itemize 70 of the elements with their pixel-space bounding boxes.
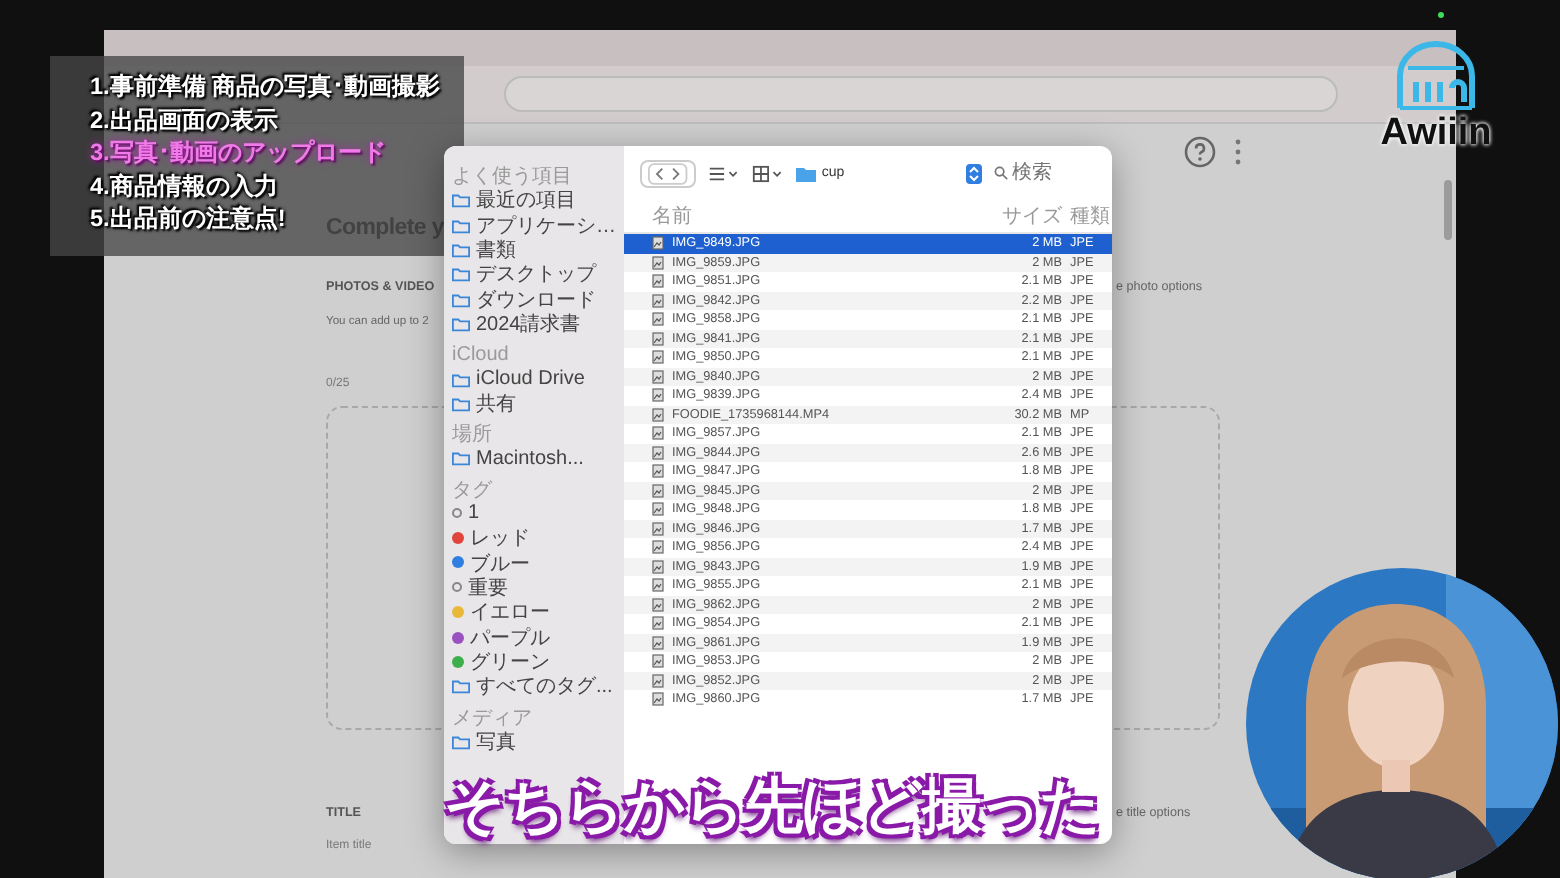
sidebar-item[interactable]: イエロー: [452, 600, 550, 625]
image-file-icon: [652, 483, 664, 498]
sidebar-item[interactable]: デスクトップ: [452, 262, 596, 288]
sidebar-item[interactable]: パープル: [452, 624, 550, 650]
sidebar-item[interactable]: 共有: [452, 391, 516, 417]
tag-dot-icon: [452, 508, 462, 519]
sidebar-item[interactable]: 写真: [452, 729, 516, 755]
image-file-icon: [652, 369, 664, 384]
image-file-icon: [652, 350, 664, 365]
image-file-icon: [652, 445, 664, 460]
topic-item: 1.事前準備 商品の写真･動画撮影: [90, 70, 441, 104]
folder-icon: [452, 450, 470, 467]
image-file-icon: [652, 654, 664, 669]
image-file-icon: [652, 255, 664, 270]
sidebar-item[interactable]: Macintosh...: [452, 446, 584, 472]
image-file-icon: [652, 673, 664, 688]
image-file-icon: [652, 407, 664, 422]
sidebar-heading: 場所: [452, 424, 492, 447]
sidebar-item[interactable]: 書類: [452, 237, 516, 263]
image-file-icon: [652, 635, 664, 650]
image-file-icon: [652, 274, 664, 289]
image-file-icon: [652, 293, 664, 308]
image-file-icon: [652, 597, 664, 612]
topic-item: 2.出品画面の表示: [90, 103, 278, 137]
sidebar-item[interactable]: 重要: [452, 575, 508, 601]
subtitle-caption: そちらから先ほど撮った: [444, 769, 1100, 848]
image-file-icon: [652, 426, 664, 441]
image-file-icon: [652, 692, 664, 707]
image-file-icon: [652, 540, 664, 555]
grid-view-icon[interactable]: [751, 163, 784, 183]
topic-item: 4.商品情報の入力: [90, 169, 278, 203]
folder-icon: [452, 678, 470, 695]
sidebar-item[interactable]: レッド: [452, 525, 530, 551]
camera-light-icon: [1438, 12, 1444, 18]
tag-dot-icon: [452, 582, 462, 593]
image-file-icon: [652, 559, 664, 574]
sidebar-item[interactable]: すべてのタグ...: [452, 674, 613, 700]
sidebar-heading: メディア: [452, 707, 532, 730]
sidebar-item[interactable]: 最近の項目: [452, 188, 576, 213]
image-file-icon: [652, 502, 664, 517]
sidebar-item[interactable]: アプリケーシ…: [452, 212, 616, 238]
topic-item: 3.写真･動画のアップロード: [90, 136, 386, 170]
list-view-icon[interactable]: [707, 163, 740, 183]
sidebar-item[interactable]: 2024請求書: [452, 311, 581, 337]
sidebar-item[interactable]: グリーン: [452, 649, 550, 675]
dome-icon: [1392, 40, 1480, 112]
topic-item: 5.出品前の注意点!: [90, 202, 286, 236]
image-file-icon: [652, 578, 664, 593]
sidebar-item[interactable]: ブルー: [452, 550, 530, 576]
sidebar-item[interactable]: ダウンロード: [452, 287, 596, 312]
sidebar-heading: iCloud: [452, 344, 509, 367]
search-field[interactable]: 検索: [1012, 162, 1112, 184]
image-file-icon: [652, 616, 664, 631]
image-file-icon: [652, 521, 664, 536]
sidebar-heading: タグ: [452, 479, 492, 502]
sidebar-heading: よく使う項目: [452, 166, 572, 188]
image-file-icon: [652, 331, 664, 346]
more-icon[interactable]: [1234, 138, 1242, 166]
folder-icon: [795, 165, 816, 181]
folder-icon: [452, 733, 470, 750]
sidebar-item[interactable]: iCloud Drive: [452, 366, 585, 392]
image-file-icon: [652, 388, 664, 403]
image-file-icon: [652, 312, 664, 327]
back-forward-button[interactable]: [640, 159, 696, 187]
stepper-icon: [966, 163, 982, 183]
help-icon[interactable]: [1184, 136, 1216, 168]
sidebar-item[interactable]: 1: [452, 501, 480, 526]
image-file-icon: [652, 464, 664, 479]
search-icon: [994, 166, 1008, 180]
scrollbar[interactable]: [1444, 180, 1452, 240]
